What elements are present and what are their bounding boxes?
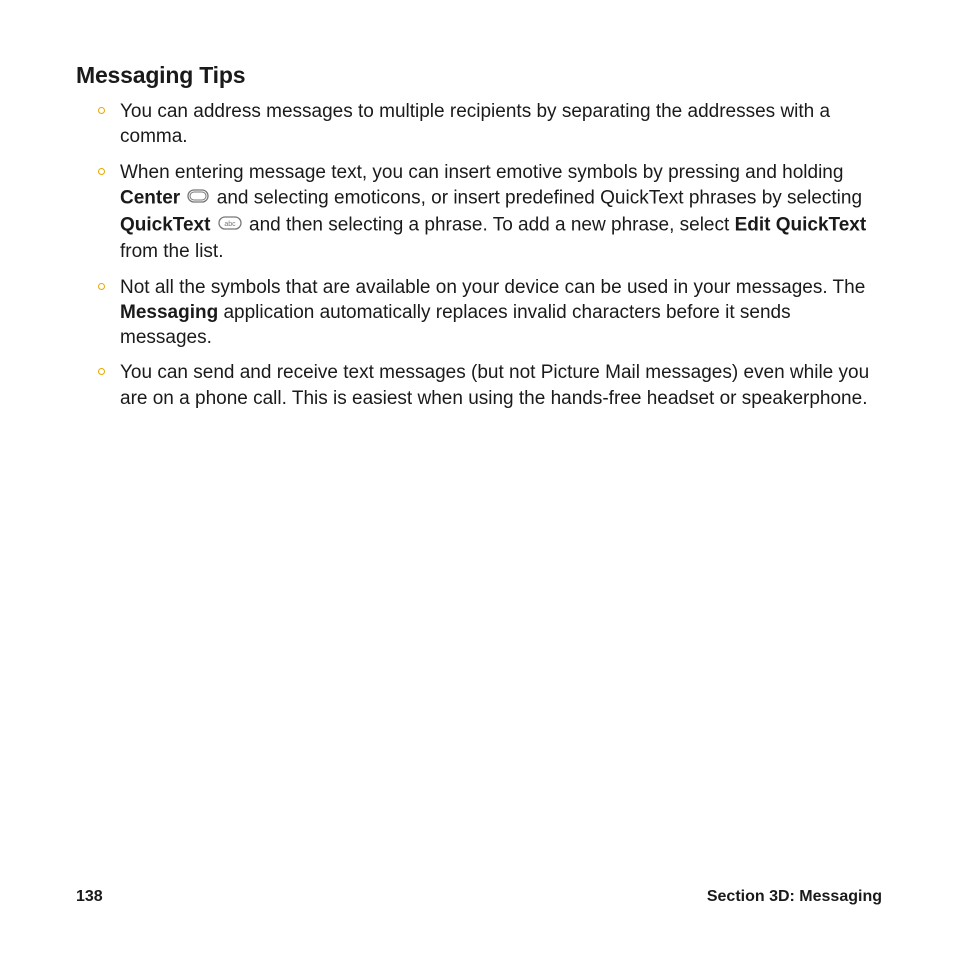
- tip-text: application automatically replaces inval…: [120, 302, 791, 348]
- section-label: Section 3D: Messaging: [707, 888, 882, 906]
- tip-text: from the list.: [120, 241, 223, 262]
- tip-item: You can send and receive text messages (…: [120, 360, 882, 411]
- tip-text: When entering message text, you can inse…: [120, 162, 843, 183]
- bold-quicktext: QuickText: [120, 215, 210, 236]
- tip-item: You can address messages to multiple rec…: [120, 99, 882, 150]
- tip-item: Not all the symbols that are available o…: [120, 275, 882, 351]
- svg-text:abc: abc: [224, 221, 236, 228]
- bold-edit-quicktext: Edit QuickText: [735, 215, 867, 236]
- center-button-icon: [187, 185, 209, 210]
- tip-text: and selecting emoticons, or insert prede…: [217, 187, 862, 208]
- tip-text: You can send and receive text messages (…: [120, 362, 869, 408]
- bold-messaging: Messaging: [120, 302, 218, 323]
- tip-text: Not all the symbols that are available o…: [120, 277, 865, 298]
- bold-center: Center: [120, 187, 180, 208]
- manual-page: Messaging Tips You can address messages …: [0, 0, 954, 954]
- page-number: 138: [76, 888, 103, 906]
- quicktext-button-icon: abc: [218, 212, 242, 237]
- tip-item: When entering message text, you can inse…: [120, 160, 882, 265]
- tip-text: and then selecting a phrase. To add a ne…: [249, 215, 735, 236]
- page-footer: 138 Section 3D: Messaging: [76, 888, 882, 906]
- tip-text: You can address messages to multiple rec…: [120, 101, 830, 147]
- tips-list: You can address messages to multiple rec…: [76, 99, 882, 411]
- page-title: Messaging Tips: [76, 62, 882, 89]
